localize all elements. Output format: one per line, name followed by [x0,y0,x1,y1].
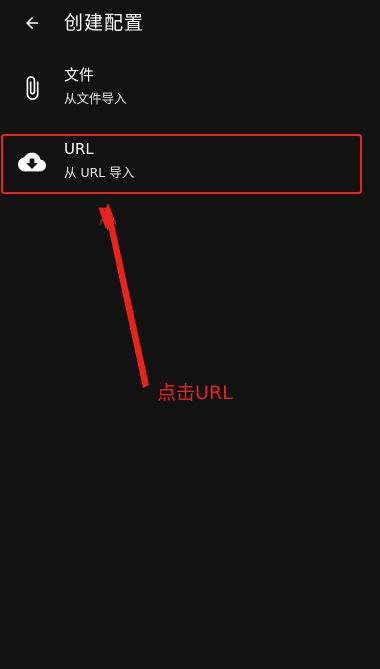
list-item-file[interactable]: 文件 从文件导入 [0,60,380,118]
top-app-bar: 创建配置 [0,0,380,46]
arrow-left-icon [26,17,38,29]
cloud-download-icon [14,146,50,178]
list-item-url[interactable]: URL 从 URL 导入 [0,134,380,192]
item-title: 文件 [64,66,95,84]
page-title: 创建配置 [64,12,145,34]
annotation-arrow-shape [98,207,149,388]
annotation-arrow-head [99,203,117,231]
back-button[interactable] [18,9,46,37]
annotation-label: 点击URL [157,382,233,404]
item-subtitle: 从 URL 导入 [64,165,135,180]
item-subtitle: 从文件导入 [64,91,127,106]
item-title: URL [64,140,94,158]
paperclip-icon [14,72,50,104]
